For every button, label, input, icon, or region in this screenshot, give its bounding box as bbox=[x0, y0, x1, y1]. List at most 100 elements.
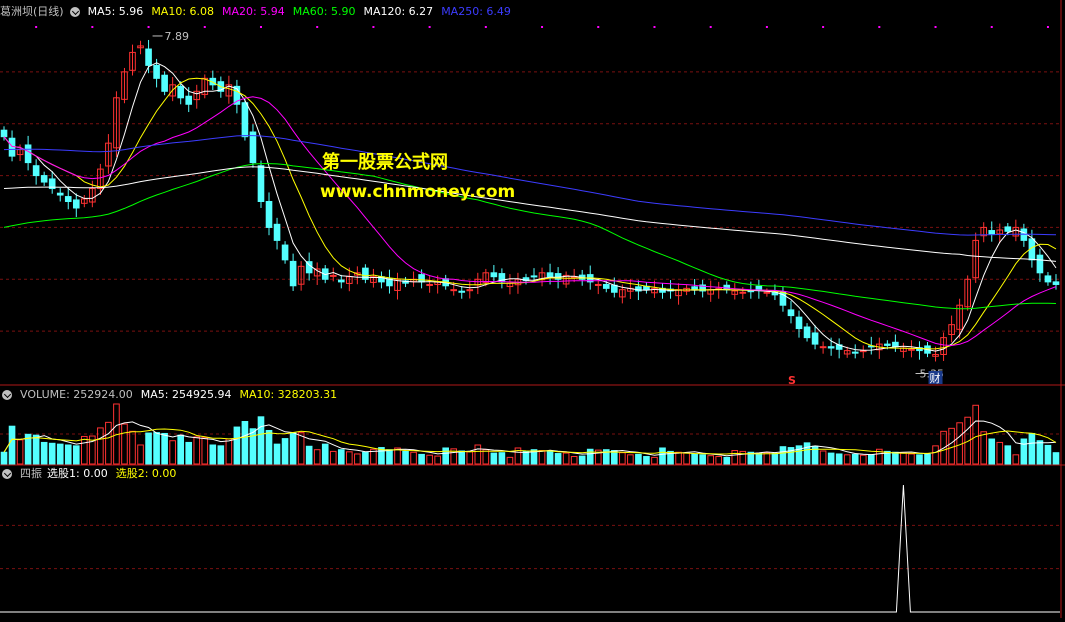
chevron-down-icon[interactable] bbox=[2, 390, 12, 400]
candle-body bbox=[458, 290, 466, 293]
kline-chart-window[interactable]: 7.895.35S财 bbox=[0, 0, 1065, 618]
volume-bar bbox=[209, 444, 217, 465]
volume-bar bbox=[819, 450, 827, 465]
ma10-line bbox=[3, 77, 1057, 350]
candle-body bbox=[161, 74, 168, 92]
volume-bar bbox=[490, 452, 498, 465]
volume-bar bbox=[249, 428, 257, 465]
volume-bar bbox=[153, 432, 160, 465]
volume-panel-header: VOLUME: 252924.00 MA5: 254925.94 MA10: 3… bbox=[0, 387, 345, 403]
volume-bar bbox=[289, 432, 297, 465]
high-price-label: 7.89 bbox=[165, 30, 190, 43]
volume-bar bbox=[763, 452, 771, 465]
top-signal-dot bbox=[259, 26, 262, 28]
volume-bar bbox=[691, 453, 698, 465]
volume-bar bbox=[578, 455, 586, 465]
volume-bar bbox=[506, 456, 514, 465]
volume-bar bbox=[956, 422, 963, 465]
candle-body bbox=[1004, 226, 1012, 232]
volume-bar bbox=[418, 453, 425, 465]
volume-bar bbox=[410, 451, 417, 465]
candle-body bbox=[1036, 254, 1044, 274]
volume-bar bbox=[900, 452, 907, 465]
candle-body bbox=[602, 283, 610, 289]
volume-bar bbox=[474, 444, 482, 465]
candle-body bbox=[329, 274, 337, 277]
volume-bar bbox=[129, 430, 136, 465]
volume-bar bbox=[458, 450, 466, 465]
volume-bar bbox=[121, 423, 128, 465]
volume-bar bbox=[48, 442, 56, 465]
watermark-url: www.chnmoney.com bbox=[320, 182, 516, 202]
candle-body bbox=[418, 274, 425, 283]
volume-bar bbox=[988, 438, 996, 465]
ma250-line bbox=[3, 135, 1057, 236]
chevron-down-icon[interactable] bbox=[69, 7, 80, 17]
volume-bar bbox=[362, 451, 369, 465]
chevron-down-icon[interactable] bbox=[2, 469, 12, 479]
top-signal-dot bbox=[653, 26, 656, 28]
top-signal-dot bbox=[91, 26, 94, 28]
candle-body bbox=[426, 283, 433, 286]
volume-ma10-label: MA10: 328203.31 bbox=[239, 388, 338, 401]
volume-label: VOLUME: 252924.00 bbox=[20, 388, 133, 401]
volume-bar bbox=[402, 450, 409, 465]
volume-bar bbox=[627, 454, 634, 465]
top-signal-dot bbox=[597, 26, 600, 28]
volume-bar bbox=[715, 456, 723, 465]
volume-bar bbox=[482, 449, 490, 465]
volume-bar bbox=[386, 449, 393, 465]
volume-bar bbox=[835, 453, 843, 465]
candle-body bbox=[819, 346, 827, 349]
top-signal-dot bbox=[484, 26, 487, 28]
volume-bar bbox=[779, 446, 787, 465]
top-signal-dot bbox=[709, 26, 712, 28]
volume-bar bbox=[522, 450, 530, 465]
volume-bar bbox=[916, 454, 923, 465]
volume-bar bbox=[64, 444, 72, 465]
volume-bar bbox=[980, 431, 988, 465]
volume-bar bbox=[827, 452, 835, 465]
stock-name: 葛洲坝(日线) bbox=[0, 5, 64, 18]
volume-bar bbox=[659, 447, 666, 465]
volume-bar bbox=[1044, 444, 1052, 465]
volume-bar bbox=[297, 432, 305, 465]
volume-bar bbox=[72, 445, 80, 465]
candle-body bbox=[490, 272, 498, 278]
volume-bar bbox=[892, 451, 899, 465]
candle-body bbox=[763, 291, 771, 294]
candle-body bbox=[795, 316, 803, 330]
volume-bar bbox=[498, 452, 506, 465]
top-signal-dot bbox=[541, 26, 544, 28]
volume-bar bbox=[675, 451, 682, 465]
candle-body bbox=[185, 95, 193, 105]
volume-bar bbox=[1028, 432, 1036, 465]
candle-body bbox=[289, 260, 297, 287]
candle-body bbox=[530, 275, 538, 278]
indicator-signal-line bbox=[0, 484, 1060, 613]
candle-body bbox=[611, 284, 618, 293]
candle-body bbox=[988, 230, 996, 235]
volume-bar bbox=[225, 438, 233, 465]
top-signal-dot bbox=[822, 26, 825, 28]
volume-bar bbox=[185, 441, 193, 465]
volume-bar bbox=[281, 438, 289, 465]
volume-bar bbox=[554, 453, 562, 465]
volume-bar bbox=[0, 451, 8, 465]
finance-marker: 财 bbox=[930, 371, 941, 385]
volume-bar bbox=[137, 444, 144, 465]
volume-bar bbox=[707, 455, 714, 465]
candle-body bbox=[892, 341, 899, 348]
volume-bar bbox=[16, 439, 24, 465]
candle-body bbox=[546, 272, 554, 278]
candle-body bbox=[803, 326, 811, 339]
volume-bar bbox=[731, 450, 739, 465]
volume-bar bbox=[586, 448, 594, 465]
candle-body bbox=[177, 85, 184, 99]
candle-body bbox=[0, 129, 8, 138]
volume-bar bbox=[40, 441, 48, 465]
chart-canvas[interactable]: 7.895.35S财 bbox=[0, 0, 1065, 618]
volume-bar bbox=[442, 447, 449, 465]
candle-body bbox=[24, 144, 32, 164]
volume-bar bbox=[434, 455, 441, 465]
